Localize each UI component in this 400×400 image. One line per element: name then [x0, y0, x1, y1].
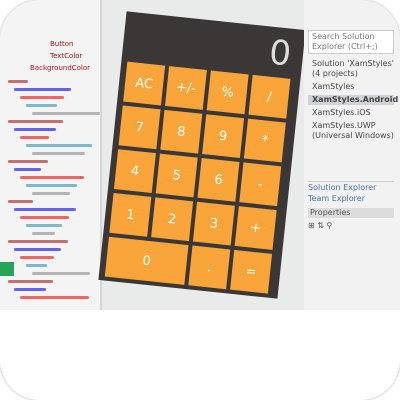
status-indicator [0, 262, 14, 276]
calc-key[interactable]: . [188, 245, 231, 290]
calc-key[interactable]: % [206, 70, 249, 115]
solution-search-input[interactable]: Search Solution Explorer (Ctrl+;) [308, 30, 394, 54]
calc-key[interactable]: 3 [192, 201, 235, 246]
solution-explorer: Search Solution Explorer (Ctrl+;) Soluti… [304, 0, 400, 310]
explorer-tabs: Solution Explorer Team Explorer [308, 181, 394, 204]
calc-key[interactable]: 4 [113, 149, 156, 193]
code-line [20, 296, 89, 299]
tree-item[interactable]: Solution 'XamStyles' (4 projects) [308, 59, 394, 79]
calc-key[interactable]: + [234, 206, 277, 250]
calc-key[interactable]: 6 [197, 157, 240, 202]
code-line [8, 280, 53, 283]
code-line [20, 216, 69, 219]
calc-key[interactable]: 1 [109, 192, 152, 237]
code-line [26, 184, 77, 187]
code-line [14, 288, 46, 291]
code-line [32, 152, 85, 155]
properties-toolbar-icons[interactable]: ⊞ ⇅ ⚲ [308, 221, 394, 230]
code-line [26, 104, 57, 107]
code-token: TextColor [50, 52, 83, 60]
code-token: Button [50, 40, 74, 48]
code-line [14, 248, 61, 251]
code-line [26, 144, 92, 147]
properties-header: Properties [308, 208, 394, 218]
tree-item[interactable]: XamStyles [308, 82, 394, 92]
code-line [14, 168, 41, 171]
code-line [32, 232, 55, 235]
code-line [20, 136, 49, 139]
calc-key[interactable]: * [243, 118, 286, 163]
calc-key[interactable]: / [248, 74, 291, 119]
code-line [14, 128, 56, 131]
code-line [14, 208, 76, 211]
calculator-app: 0 AC +/-%/ 7 8 9 * 4 5 6- 1 2 3 +0. = [98, 11, 306, 299]
screen-photo: Button TextColor BackgroundColor 0 AC +/-… [0, 0, 400, 310]
tree-item-selected[interactable]: XamStyles.Android [308, 95, 398, 105]
calc-key[interactable]: 9 [202, 114, 245, 158]
calc-key[interactable]: 7 [118, 105, 161, 150]
code-line [20, 176, 84, 179]
code-line [14, 88, 71, 91]
code-editor: Button TextColor BackgroundColor [0, 0, 102, 310]
calc-key[interactable]: 5 [155, 153, 198, 198]
calc-key[interactable]: AC [123, 61, 166, 106]
code-token: BackgroundColor [30, 64, 91, 72]
calc-key[interactable]: 0 [104, 236, 189, 285]
code-line [26, 224, 62, 227]
code-line [8, 160, 48, 163]
code-line [8, 80, 28, 83]
code-line [32, 272, 90, 275]
calc-key[interactable]: - [239, 162, 282, 207]
tree-item[interactable]: XamStyles.iOS [308, 108, 394, 118]
code-line [32, 112, 100, 115]
code-line [8, 240, 68, 243]
image-card: Button TextColor BackgroundColor 0 AC +/-… [0, 0, 400, 400]
code-line [26, 264, 47, 267]
calc-key[interactable]: 2 [151, 197, 194, 242]
calc-key[interactable]: 8 [160, 109, 203, 154]
calc-key[interactable]: +/- [164, 66, 207, 110]
calculator-display: 0 [267, 32, 294, 75]
code-line [20, 256, 54, 259]
tree-item[interactable]: XamStyles.UWP (Universal Windows) [308, 121, 394, 141]
code-line [20, 96, 64, 99]
code-line [32, 192, 70, 195]
calc-key[interactable]: = [230, 249, 273, 294]
tab-solution-explorer[interactable]: Solution Explorer [308, 183, 376, 192]
calculator-keypad: AC +/-%/ 7 8 9 * 4 5 6- 1 2 3 +0. = [104, 61, 295, 294]
tab-team-explorer[interactable]: Team Explorer [308, 194, 365, 203]
code-line [8, 200, 33, 203]
code-line [8, 120, 63, 123]
